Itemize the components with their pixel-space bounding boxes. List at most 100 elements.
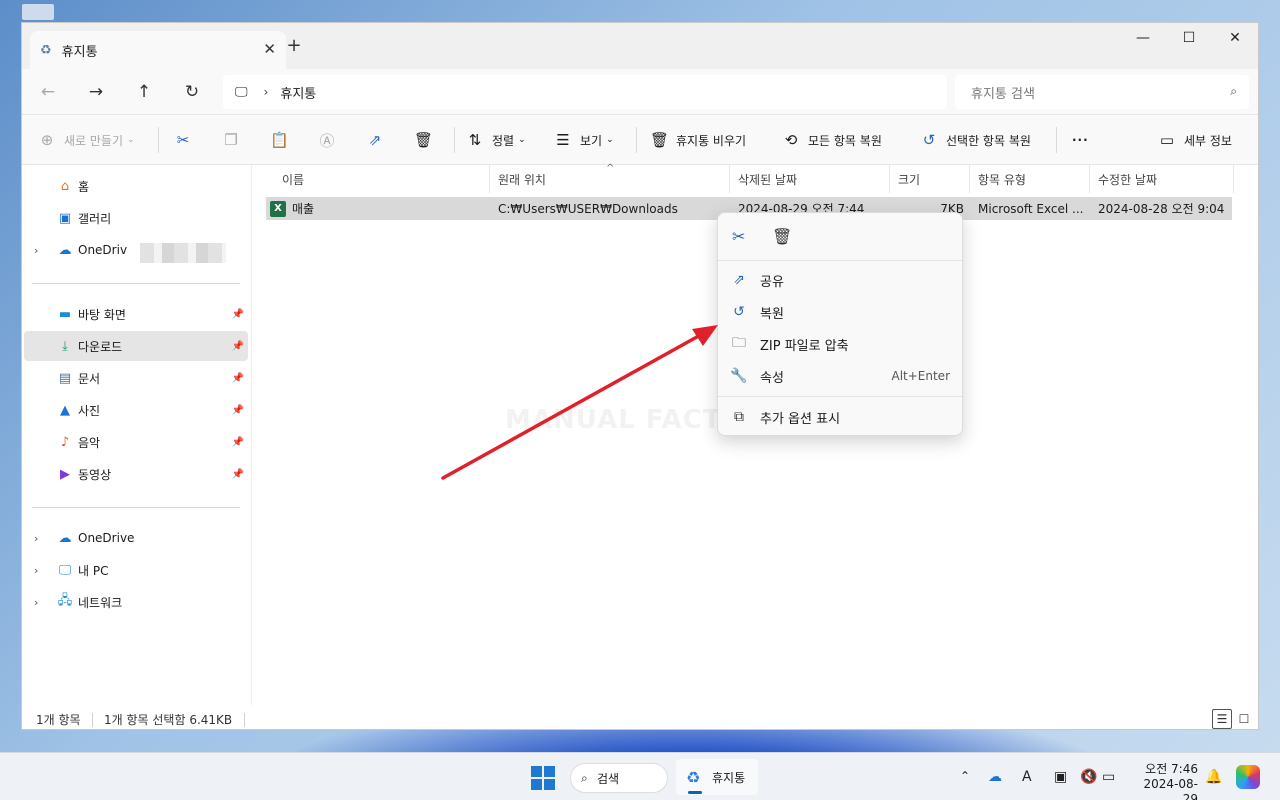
recycle-bin-icon: ♻: [40, 42, 52, 58]
windows-start-button[interactable]: [531, 766, 555, 790]
close-tab-icon[interactable]: ✕: [263, 40, 276, 58]
sidebar-item-desktop[interactable]: ▬ 바탕 화면 📌: [24, 299, 248, 329]
rename-icon: Ⓐ: [319, 131, 335, 150]
new-tab-button[interactable]: +: [282, 35, 306, 56]
tab-recycle-bin[interactable]: ♻ 휴지통 ✕: [30, 31, 286, 69]
cloud-icon[interactable]: ☁: [988, 769, 1002, 785]
menu-item-label: 복원: [760, 306, 784, 322]
paste-button[interactable]: 📋: [270, 127, 296, 153]
menu-item-zip[interactable]: 🗀 ZIP 파일로 압축: [730, 329, 952, 359]
desktop-recycle-bin-icon[interactable]: [22, 4, 54, 20]
volume-mute-icon[interactable]: 🔇: [1080, 769, 1097, 785]
pin-icon[interactable]: 📌: [232, 437, 244, 448]
minimize-button[interactable]: —: [1120, 23, 1166, 53]
chevron-down-icon: ⌄: [606, 135, 614, 145]
column-header-name[interactable]: 이름: [274, 165, 490, 193]
more-options-button[interactable]: ···: [1072, 127, 1089, 153]
cut-button[interactable]: ✂: [174, 127, 200, 153]
sidebar-item-videos[interactable]: ▶ 동영상 📌: [24, 459, 248, 489]
date-modified-cell: 2024-08-28 오전 9:04: [1098, 202, 1225, 216]
clock[interactable]: 오전 7:46 2024-08-29: [1132, 762, 1198, 800]
chevron-right-icon[interactable]: ›: [34, 532, 38, 545]
document-icon: ▤: [58, 370, 72, 386]
chevron-right-icon[interactable]: ›: [34, 564, 38, 577]
breadcrumb[interactable]: 🖵 › 휴지통: [223, 75, 947, 109]
menu-item-properties[interactable]: 🔧 속성 Alt+Enter: [730, 361, 952, 391]
taskbar-app-recycle-bin[interactable]: ♻ 휴지통: [676, 759, 758, 795]
excel-file-icon: X: [270, 200, 286, 217]
restore-all-button[interactable]: ⟲ 모든 항목 복원: [782, 127, 882, 153]
menu-item-show-more-options[interactable]: ⧉ 추가 옵션 표시: [730, 402, 952, 432]
share-button[interactable]: ⇗: [366, 127, 392, 153]
pin-icon[interactable]: 📌: [232, 469, 244, 480]
view-label: 보기: [580, 133, 603, 148]
up-button[interactable]: ↑: [130, 78, 158, 106]
clock-date: 2024-08-29: [1143, 777, 1198, 800]
back-button[interactable]: ←: [34, 78, 62, 106]
sidebar-item-pictures[interactable]: ▲ 사진 📌: [24, 395, 248, 425]
menu-item-share[interactable]: ⇗ 공유: [730, 265, 952, 295]
restore-selected-label: 선택한 항목 복원: [946, 133, 1031, 148]
sidebar-item-music[interactable]: ♪ 음악 📌: [24, 427, 248, 457]
scissors-icon[interactable]: ✂: [732, 227, 745, 246]
video-icon: ▶: [60, 466, 70, 482]
battery-icon[interactable]: ▭: [1102, 769, 1115, 785]
sidebar-item-documents[interactable]: ▤ 문서 📌: [24, 363, 248, 393]
taskbar-search[interactable]: ⌕ 검색: [570, 763, 668, 793]
chevron-up-icon[interactable]: ⌃: [960, 769, 970, 783]
wrench-icon: 🔧: [730, 368, 748, 384]
new-button[interactable]: ⊕ 새로 만들기 ⌄: [38, 127, 135, 153]
details-label: 세부 정보: [1184, 133, 1232, 148]
large-icons-view-icon[interactable]: ☐: [1234, 709, 1254, 729]
details-view-icon[interactable]: ☰: [1212, 709, 1232, 729]
pin-icon[interactable]: 📌: [232, 373, 244, 384]
toolbar-divider: [158, 127, 159, 153]
bell-icon[interactable]: 🔔: [1205, 769, 1222, 785]
sidebar-item-onedrive[interactable]: › ☁ OneDrive: [24, 523, 248, 553]
sidebar-item-label: 음악: [78, 435, 101, 450]
share-icon: ⇗: [368, 131, 382, 149]
sidebar-item-downloads[interactable]: ⤓ 다운로드 📌: [24, 331, 248, 361]
rename-button[interactable]: Ⓐ: [318, 127, 344, 153]
window-controls: — ☐ ✕: [1120, 23, 1258, 53]
breadcrumb-recycle-bin[interactable]: 휴지통: [280, 83, 316, 102]
chevron-right-icon: ›: [263, 85, 269, 99]
sidebar-item-home[interactable]: ⌂ 홈: [24, 171, 248, 201]
maximize-button[interactable]: ☐: [1166, 23, 1212, 53]
close-window-button[interactable]: ✕: [1212, 23, 1258, 53]
pin-icon[interactable]: 📌: [232, 341, 244, 352]
chevron-right-icon[interactable]: ›: [34, 596, 38, 609]
restore-selected-button[interactable]: ↺ 선택한 항목 복원: [920, 127, 1031, 153]
sidebar-item-this-pc[interactable]: › 🖵 내 PC: [24, 555, 248, 585]
menu-item-restore[interactable]: ↺ 복원: [730, 297, 952, 327]
sort-button[interactable]: ⇅ 정렬 ⌄: [466, 127, 526, 153]
delete-button[interactable]: 🗑: [414, 127, 440, 153]
search-input[interactable]: 휴지통 검색 ⌕: [955, 75, 1249, 109]
forward-button[interactable]: →: [82, 78, 110, 106]
copilot-icon[interactable]: [1236, 765, 1260, 789]
picture-icon: ▲: [60, 402, 70, 418]
scissors-icon: ✂: [176, 131, 190, 149]
status-bar: 1개 항목 1개 항목 선택함 6.41KB ☰ ☐: [22, 707, 1258, 729]
column-header-item-type[interactable]: 항목 유형: [970, 165, 1090, 193]
device-icon[interactable]: ▣: [1054, 769, 1067, 785]
details-pane-button[interactable]: ▭ 세부 정보: [1158, 127, 1232, 153]
sidebar-item-network[interactable]: › 🖧 네트워크: [24, 587, 248, 617]
clipboard-icon: 📋: [270, 131, 289, 149]
column-header-date-deleted[interactable]: 삭제된 날짜: [730, 165, 890, 193]
trash-icon[interactable]: 🗑: [772, 227, 792, 246]
sidebar-item-gallery[interactable]: ▣ 갤러리: [24, 203, 248, 233]
copy-button[interactable]: ❐: [222, 127, 248, 153]
view-button[interactable]: ☰ 보기 ⌄: [554, 127, 614, 153]
chevron-right-icon[interactable]: ›: [34, 244, 38, 257]
column-header-size[interactable]: 크기: [890, 165, 970, 193]
refresh-button[interactable]: ↻: [178, 78, 206, 106]
ime-icon[interactable]: A: [1022, 769, 1032, 785]
network-icon: 🖧: [57, 593, 73, 608]
empty-recycle-bin-button[interactable]: 🗑 휴지통 비우기: [650, 127, 746, 153]
column-header-date-modified[interactable]: 수정한 날짜: [1090, 165, 1234, 193]
column-header-original-location[interactable]: 원래 위치: [490, 165, 730, 193]
pin-icon[interactable]: 📌: [232, 309, 244, 320]
pin-icon[interactable]: 📌: [232, 405, 244, 416]
file-name-cell: X 매출: [270, 197, 314, 220]
